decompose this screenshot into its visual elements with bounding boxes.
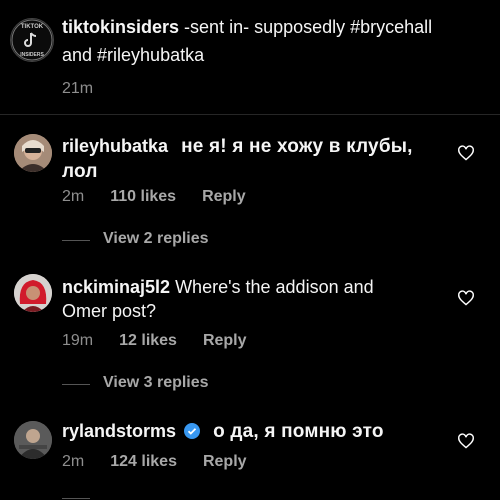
heart-icon[interactable] <box>457 145 475 161</box>
comment-text: Where's the addison and <box>170 277 374 297</box>
comment-meta: 19m 12 likes Reply <box>62 331 273 351</box>
user-photo-icon <box>14 421 52 459</box>
avatar[interactable] <box>14 421 52 459</box>
post-username[interactable]: tiktokinsiders <box>62 17 179 37</box>
view-replies-button[interactable]: View 2 replies <box>103 230 209 248</box>
post-caption-line-2: and #rileyhubatka <box>62 45 205 65</box>
tiktok-insiders-logo-icon: TIKTOK INSIDERS <box>11 19 53 61</box>
heart-icon[interactable] <box>457 433 475 449</box>
reply-button[interactable]: Reply <box>202 188 246 205</box>
comment-text-line-1: rylandstorms о да, я помню это <box>62 418 384 445</box>
comment-text-line-1: nckiminaj5l2 Where's the addison and <box>62 274 374 300</box>
comment-text-line-1: rileyhubatka не я! я не хожу в клубы, <box>62 133 413 160</box>
comment-username[interactable]: rileyhubatka <box>62 136 168 156</box>
divider <box>0 114 500 115</box>
avatar[interactable] <box>14 134 52 172</box>
comment-text-line-2: лол <box>62 161 98 182</box>
svg-text:TIKTOK: TIKTOK <box>21 24 44 30</box>
comment-time: 19m <box>62 332 94 349</box>
replies-line <box>62 240 90 241</box>
comment-text-line-2: Omer post? <box>62 301 157 321</box>
likes-count[interactable]: 12 likes <box>119 332 177 349</box>
replies-line <box>62 384 90 385</box>
heart-icon[interactable] <box>457 290 475 306</box>
comment-time: 2m <box>62 453 85 470</box>
comment-time: 2m <box>62 188 85 205</box>
user-photo-icon <box>14 134 52 172</box>
svg-text:INSIDERS: INSIDERS <box>20 52 44 58</box>
post-avatar[interactable]: TIKTOK INSIDERS <box>10 18 54 62</box>
reply-button[interactable]: Reply <box>203 453 247 470</box>
likes-count[interactable]: 110 likes <box>110 188 176 205</box>
replies-line <box>62 498 90 499</box>
comment-meta: 2m 110 likes Reply <box>62 187 272 207</box>
post-time: 21m <box>62 80 94 97</box>
view-replies-button[interactable]: View 3 replies <box>103 374 209 392</box>
comment-username[interactable]: rylandstorms <box>62 421 176 441</box>
user-photo-icon <box>14 274 52 312</box>
comment-meta: 2m 124 likes Reply <box>62 452 273 472</box>
reply-button[interactable]: Reply <box>203 332 247 349</box>
comment-text: не я! я не хожу в клубы, <box>181 136 413 157</box>
comment-username[interactable]: nckiminaj5l2 <box>62 277 170 297</box>
verified-badge-icon <box>184 423 201 439</box>
likes-count[interactable]: 124 likes <box>110 453 177 470</box>
post-caption-line-1: tiktokinsiders -sent in- supposedly #bry… <box>62 16 432 38</box>
comment-text: о да, я помню это <box>213 421 384 442</box>
avatar[interactable] <box>14 274 52 312</box>
post-caption-text: -sent in- supposedly #brycehall <box>179 17 433 37</box>
